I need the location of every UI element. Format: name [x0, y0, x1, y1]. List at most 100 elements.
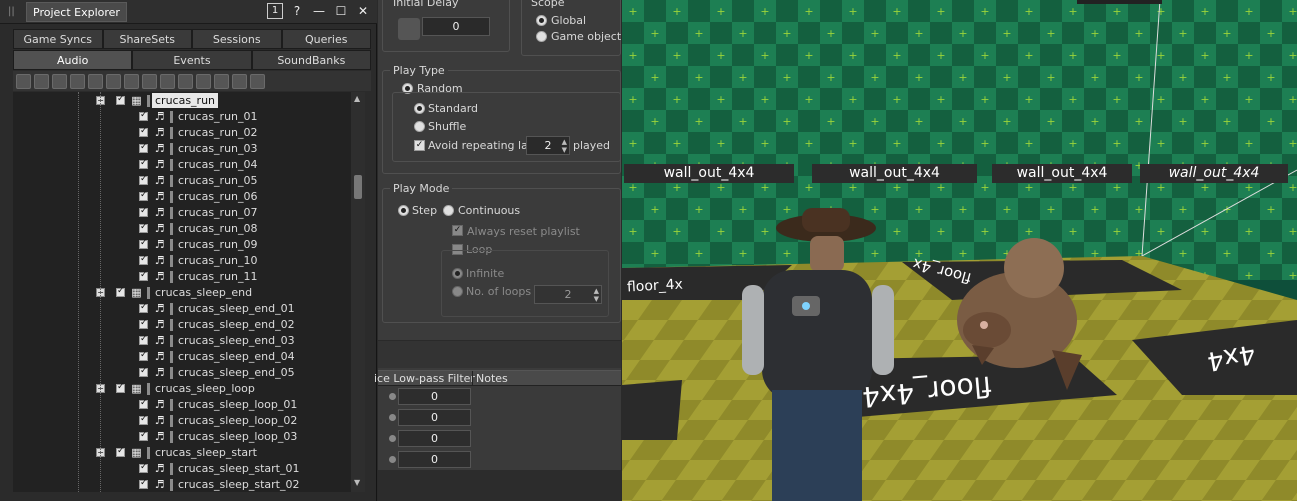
scroll-up-icon[interactable]: ▲ — [354, 94, 360, 103]
include-checkbox[interactable] — [139, 174, 148, 185]
folder-icon[interactable] — [34, 73, 49, 89]
close-icon[interactable]: ✕ — [355, 3, 371, 19]
include-checkbox[interactable] — [116, 382, 125, 393]
include-checkbox[interactable] — [139, 334, 148, 345]
tree-sound-row[interactable]: ♬ crucas_run_11 — [13, 269, 351, 285]
always-reset-checkbox[interactable]: ✓ — [452, 225, 463, 236]
tree-container-row[interactable]: −▦crucas_sleep_start — [13, 445, 351, 461]
drag-grip-icon[interactable]: || — [8, 6, 15, 17]
include-checkbox[interactable] — [139, 478, 148, 489]
include-checkbox[interactable] — [116, 446, 125, 457]
tree-sound-row[interactable]: ♬ crucas_run_05 — [13, 173, 351, 189]
tree-scrollbar[interactable]: ▲ ▼ — [351, 92, 365, 492]
work-unit-icon[interactable] — [16, 73, 31, 89]
tree-sound-row[interactable]: ♬ crucas_sleep_start_02 — [13, 477, 351, 492]
music-track-icon[interactable] — [250, 73, 265, 89]
tree-container-row[interactable]: −▦crucas_run — [13, 93, 351, 109]
avoid-repeating-stepper[interactable]: 2 ▲ ▼ — [526, 136, 570, 155]
tree-sound-row[interactable]: ♬ crucas_run_02 — [13, 125, 351, 141]
loops-stepper-arrows-icon[interactable]: ▲ ▼ — [594, 287, 599, 303]
tree-sound-row[interactable]: ♬ crucas_run_06 — [13, 189, 351, 205]
tree-sound-row[interactable]: ♬ crucas_sleep_end_05 — [13, 365, 351, 381]
tree-sound-row[interactable]: ♬ crucas_run_10 — [13, 253, 351, 269]
list-row[interactable]: 0 — [378, 386, 621, 407]
virtual-folder-icon[interactable] — [52, 73, 67, 89]
tree-sound-row[interactable]: ♬ crucas_run_04 — [13, 157, 351, 173]
tree-sound-row[interactable]: ♬ crucas_sleep_end_02 — [13, 317, 351, 333]
initial-delay-field[interactable]: 0 — [422, 17, 490, 36]
include-checkbox[interactable] — [139, 142, 148, 153]
scroll-thumb[interactable] — [354, 175, 362, 199]
low-pass-value-field[interactable]: 0 — [398, 388, 471, 405]
tree-sound-row[interactable]: ♬ crucas_sleep_loop_01 — [13, 397, 351, 413]
step-radio[interactable] — [398, 205, 409, 216]
include-checkbox[interactable] — [139, 270, 148, 281]
include-checkbox[interactable] — [139, 302, 148, 313]
shuffle-radio[interactable] — [414, 121, 425, 132]
low-pass-value-field[interactable]: 0 — [398, 451, 471, 468]
instance-number-button[interactable]: 1 — [267, 3, 283, 19]
tab-sessions[interactable]: Sessions — [192, 29, 282, 49]
rtpc-knob-icon[interactable] — [398, 18, 420, 40]
tree-sound-row[interactable]: ♬ crucas_run_08 — [13, 221, 351, 237]
music-segment-icon[interactable] — [232, 73, 247, 89]
include-checkbox[interactable] — [139, 238, 148, 249]
list-row[interactable]: 0 — [378, 449, 621, 470]
tab-game-syncs[interactable]: Game Syncs — [13, 29, 103, 49]
tree-sound-row[interactable]: ♬ crucas_run_03 — [13, 141, 351, 157]
blend-container-icon[interactable] — [142, 73, 157, 89]
sound-sfx-icon[interactable] — [160, 73, 175, 89]
low-pass-value-field[interactable]: 0 — [398, 430, 471, 447]
tree-sound-row[interactable]: ♬ crucas_sleep_start_01 — [13, 461, 351, 477]
project-explorer-tab[interactable]: Project Explorer — [26, 2, 127, 22]
include-checkbox[interactable] — [139, 190, 148, 201]
random-container-icon[interactable] — [88, 73, 103, 89]
tree-container-row[interactable]: −▦crucas_sleep_end — [13, 285, 351, 301]
include-checkbox[interactable] — [116, 94, 125, 105]
sound-voice-icon[interactable] — [178, 73, 193, 89]
include-checkbox[interactable] — [139, 110, 148, 121]
tree-sound-row[interactable]: ♬ crucas_run_01 — [13, 109, 351, 125]
include-checkbox[interactable] — [139, 318, 148, 329]
sequence-container-icon[interactable] — [106, 73, 121, 89]
rtpc-dot-icon[interactable] — [389, 456, 396, 463]
tree-sound-row[interactable]: ♬ crucas_run_07 — [13, 205, 351, 221]
continuous-radio[interactable] — [443, 205, 454, 216]
actor-mixer-icon[interactable] — [70, 73, 85, 89]
include-checkbox[interactable] — [139, 366, 148, 377]
rtpc-dot-icon[interactable] — [389, 435, 396, 442]
low-pass-value-field[interactable]: 0 — [398, 409, 471, 426]
tab-audio[interactable]: Audio — [13, 50, 133, 70]
stepper-arrows-icon[interactable]: ▲ ▼ — [562, 138, 567, 154]
music-playlist-icon[interactable] — [214, 73, 229, 89]
tab-events[interactable]: Events — [132, 50, 252, 70]
avoid-repeating-checkbox[interactable]: ✓ — [414, 140, 425, 151]
tab-sharesets[interactable]: ShareSets — [102, 29, 192, 49]
tree-container-row[interactable]: −▦crucas_sleep_loop — [13, 381, 351, 397]
game-viewport[interactable]: + + — [622, 0, 1297, 501]
tree-sound-row[interactable]: ♬ crucas_sleep_end_03 — [13, 333, 351, 349]
include-checkbox[interactable] — [116, 286, 125, 297]
help-icon[interactable]: ? — [289, 3, 305, 19]
scope-global-radio[interactable] — [536, 15, 547, 26]
no-of-loops-stepper[interactable]: 2 ▲ ▼ — [534, 285, 602, 304]
rtpc-dot-icon[interactable] — [389, 393, 396, 400]
header-low-pass-filter[interactable]: ice Low-pass Filter — [374, 372, 475, 385]
no-of-loops-radio[interactable] — [452, 286, 463, 297]
tree-sound-row[interactable]: ♬ crucas_sleep_end_04 — [13, 349, 351, 365]
tree-sound-row[interactable]: ♬ crucas_sleep_end_01 — [13, 301, 351, 317]
rtpc-dot-icon[interactable] — [389, 414, 396, 421]
include-checkbox[interactable] — [139, 414, 148, 425]
include-checkbox[interactable] — [139, 126, 148, 137]
include-checkbox[interactable] — [139, 350, 148, 361]
list-row[interactable]: 0 — [378, 428, 621, 449]
include-checkbox[interactable] — [139, 462, 148, 473]
infinite-radio[interactable] — [452, 268, 463, 279]
include-checkbox[interactable] — [139, 254, 148, 265]
include-checkbox[interactable] — [139, 206, 148, 217]
header-notes[interactable]: Notes — [476, 372, 508, 385]
scope-game-object-radio[interactable] — [536, 31, 547, 42]
include-checkbox[interactable] — [139, 158, 148, 169]
list-row[interactable]: 0 — [378, 407, 621, 428]
maximize-icon[interactable]: ☐ — [333, 3, 349, 19]
